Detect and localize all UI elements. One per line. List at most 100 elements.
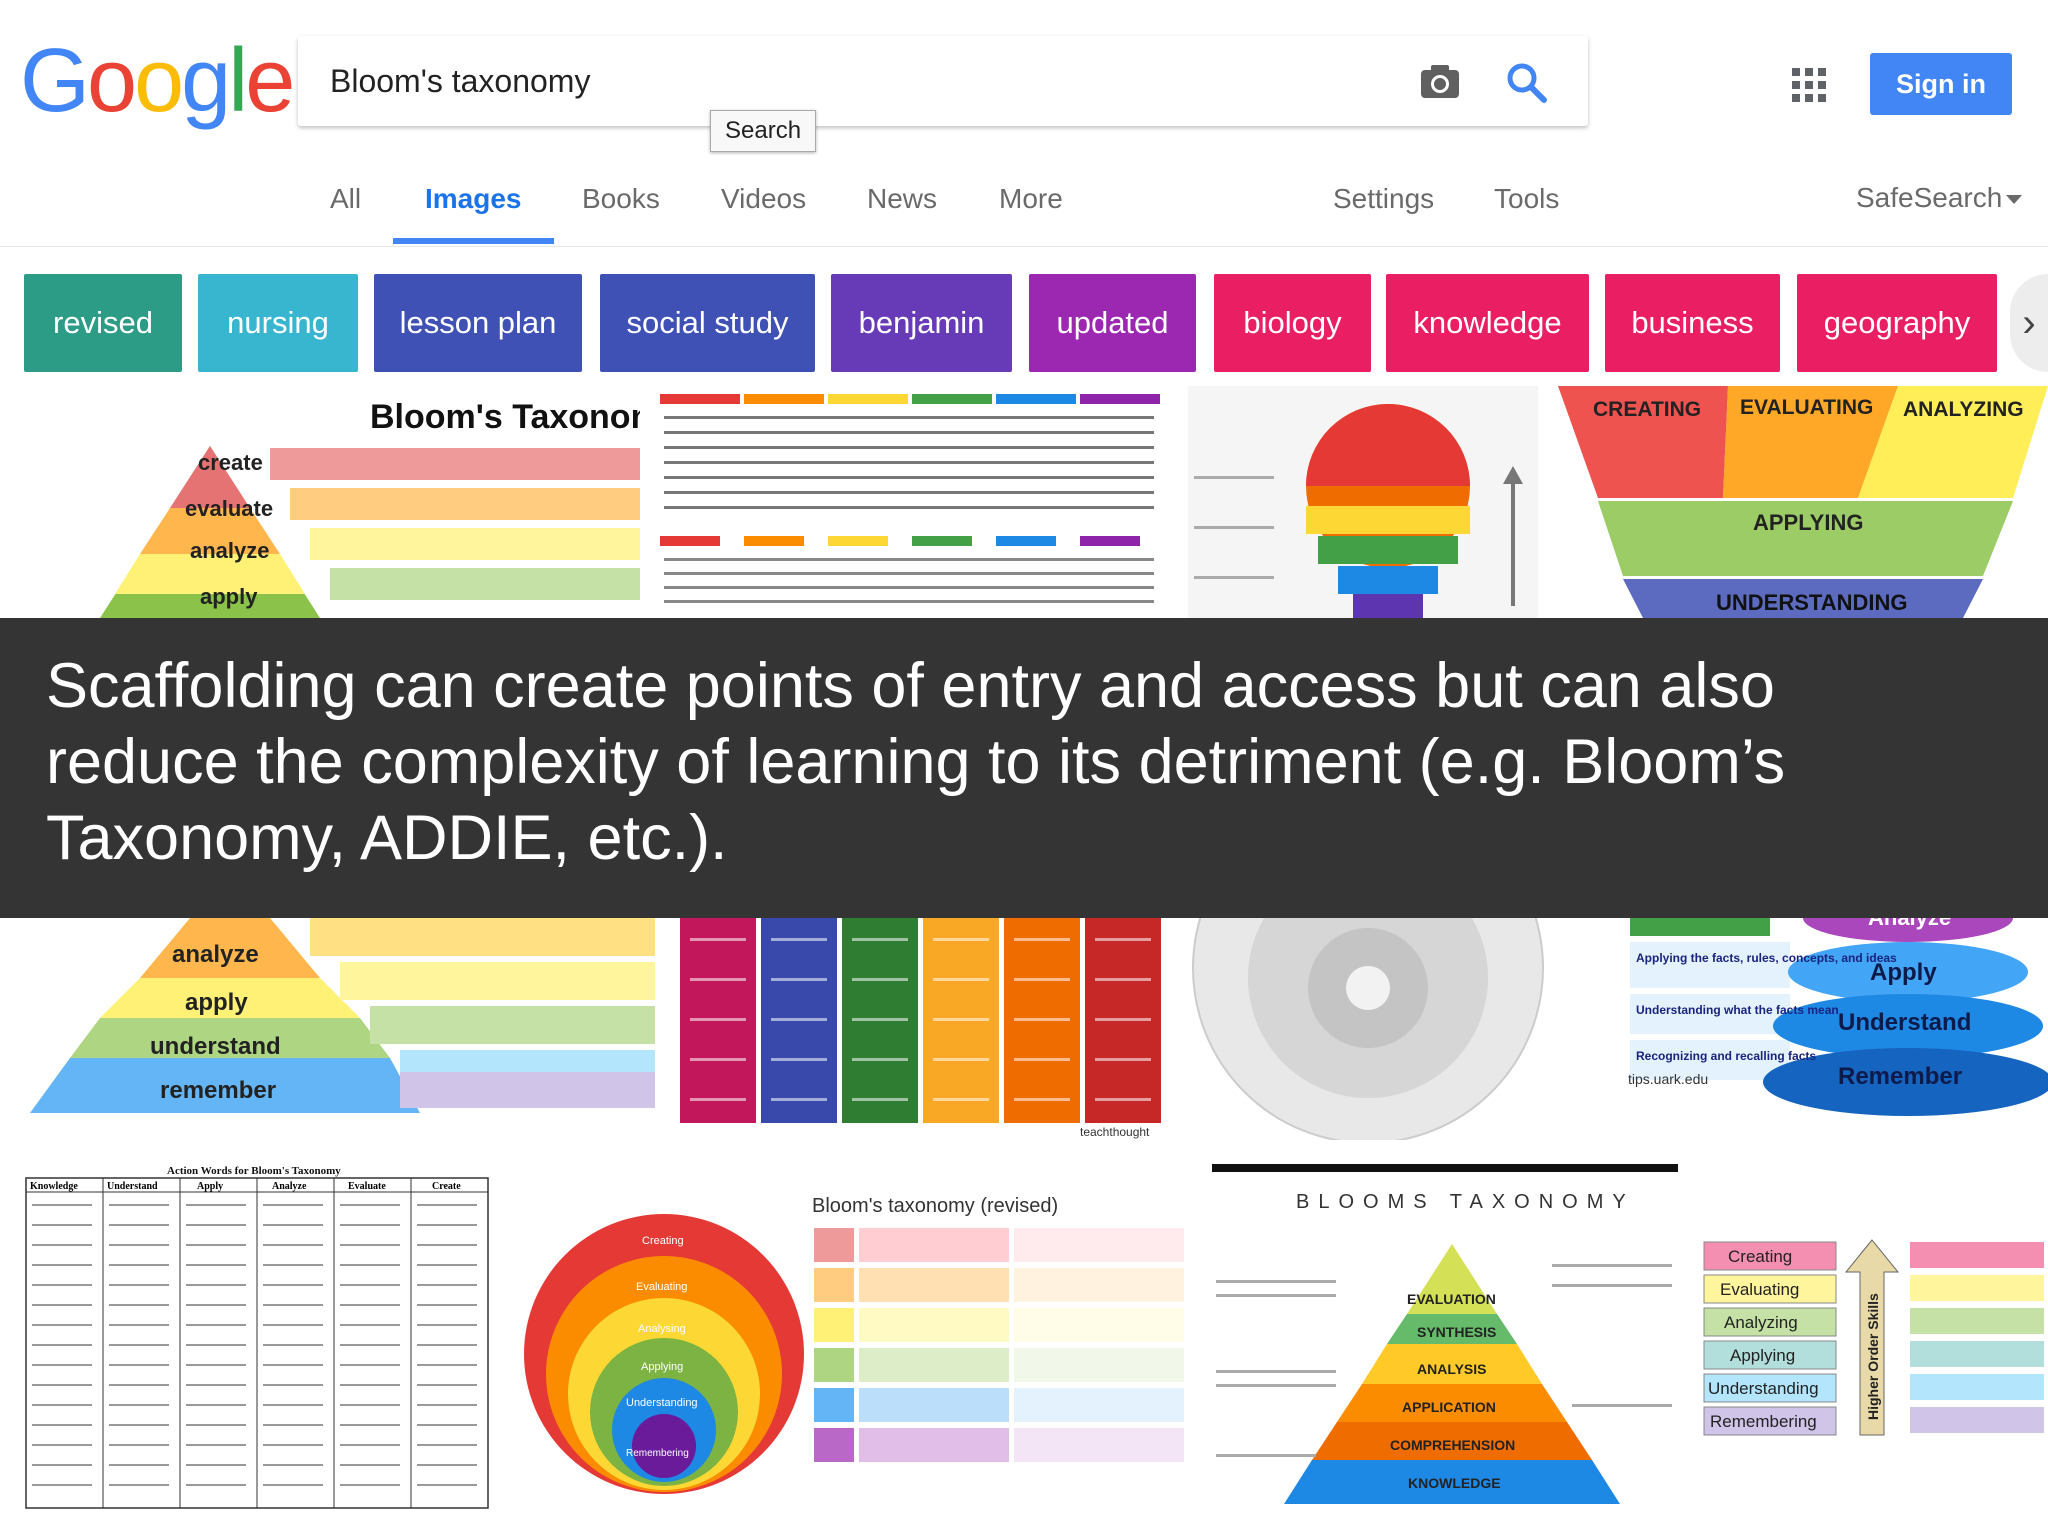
- ring-label: Analysing: [638, 1323, 686, 1335]
- chip-biology[interactable]: biology: [1214, 274, 1371, 372]
- tab-news[interactable]: News: [867, 182, 937, 244]
- image-result[interactable]: teachthought: [680, 918, 1167, 1140]
- sign-in-button[interactable]: Sign in: [1870, 53, 2012, 115]
- image-result[interactable]: CREATING EVALUATING ANALYZING APPLYING U…: [1558, 386, 2048, 618]
- image-result[interactable]: [660, 386, 1165, 618]
- axis-label: Higher Order Skills: [1865, 1293, 1881, 1420]
- thumb-title: Bloom's taxonomy (revised): [812, 1195, 1058, 1217]
- search-tabs: All Images Books Videos News More Settin…: [0, 182, 2048, 247]
- logo-letter: o: [134, 31, 184, 131]
- ring-label: Remembering: [626, 1448, 689, 1459]
- level-label: Analyzing: [1724, 1313, 1798, 1332]
- tab-images[interactable]: Images: [393, 182, 553, 244]
- level-label: APPLYING: [1753, 510, 1863, 535]
- image-result[interactable]: Action Words for Bloom's Taxonomy Knowle…: [22, 1164, 492, 1510]
- logo-letter: g: [181, 31, 231, 131]
- chip-label: business: [1631, 305, 1754, 340]
- ring-label: Creating: [642, 1235, 684, 1247]
- level-label: create: [198, 450, 263, 475]
- table-header: Apply: [197, 1181, 223, 1192]
- concentric-circles-thumbnail: Bloom's taxonomy (revised) Creating Eval…: [524, 1195, 1184, 1494]
- table-header: Evaluate: [348, 1181, 386, 1192]
- apps-grid-icon[interactable]: [1792, 68, 1826, 102]
- lightbulb-thumbnail: [1194, 404, 1523, 618]
- verb-columns-thumbnail: teachthought: [680, 918, 1161, 1139]
- chip-nursing[interactable]: nursing: [198, 274, 358, 372]
- thumb-title: Bloom's Taxonomy: [370, 398, 640, 436]
- pyramid-thumbnail: BLOOMS TAXONOMY EVALUATION SYNTHESIS ANA…: [1212, 1164, 1678, 1504]
- chip-geography[interactable]: geography: [1797, 274, 1997, 372]
- image-result[interactable]: [1188, 918, 1588, 1140]
- image-result[interactable]: Bloom's taxonomy (revised) Creating Eval…: [514, 1164, 1188, 1510]
- level-label: evaluate: [185, 496, 273, 521]
- ring-label: Applying: [641, 1361, 683, 1373]
- chip-label: benjamin: [858, 305, 985, 340]
- level-label: understand: [150, 1033, 281, 1060]
- chip-label: updated: [1056, 305, 1169, 340]
- search-icon[interactable]: [1504, 60, 1548, 104]
- skills-list-thumbnail: Creating Evaluating Analyzing Applying U…: [1703, 1239, 2044, 1436]
- image-result[interactable]: Bloom's Taxonomy create evaluate analyze…: [20, 386, 640, 618]
- level-label: ANALYSIS: [1417, 1361, 1487, 1377]
- level-label: EVALUATING: [1740, 396, 1873, 419]
- search-box: [298, 36, 1588, 126]
- chip-knowledge[interactable]: knowledge: [1386, 274, 1589, 372]
- image-result[interactable]: Creating Evaluating Analyzing Applying U…: [1700, 1230, 2048, 1460]
- image-result[interactable]: Applying the facts, rules, concepts, and…: [1608, 918, 2048, 1140]
- tab-videos[interactable]: Videos: [721, 182, 806, 244]
- source-label: tips.uark.edu: [1628, 1071, 1708, 1087]
- image-result[interactable]: [1188, 386, 1538, 618]
- level-label: KNOWLEDGE: [1408, 1475, 1501, 1491]
- inverted-pyramid-thumbnail: CREATING EVALUATING ANALYZING APPLYING U…: [1558, 386, 2048, 618]
- level-label: Applying: [1730, 1346, 1795, 1365]
- level-label: Apply: [1870, 959, 1937, 986]
- level-label: CREATING: [1593, 398, 1701, 421]
- chip-social-study[interactable]: social study: [600, 274, 815, 372]
- action-words-table-thumbnail: Action Words for Bloom's Taxonomy Knowle…: [25, 1165, 489, 1509]
- tab-all[interactable]: All: [330, 182, 361, 244]
- chip-label: nursing: [227, 305, 329, 340]
- caption-overlay: Scaffolding can create points of entry a…: [0, 618, 2048, 918]
- tab-books[interactable]: Books: [582, 182, 660, 244]
- level-label: remember: [160, 1077, 276, 1104]
- chip-updated[interactable]: updated: [1029, 274, 1196, 372]
- chip-label: lesson plan: [399, 305, 557, 340]
- image-result[interactable]: analyze apply understand remember: [20, 918, 660, 1118]
- level-label: Remember: [1838, 1063, 1962, 1090]
- table-header: Knowledge: [30, 1181, 78, 1192]
- level-label: analyze: [172, 941, 259, 968]
- wheel-thumbnail: [1192, 918, 1544, 1140]
- level-note: Applying the facts, rules, concepts, and…: [1636, 951, 1897, 965]
- logo-letter: G: [20, 31, 90, 131]
- level-label: Remembering: [1710, 1412, 1817, 1431]
- chips-next-arrow-icon[interactable]: ›: [2010, 274, 2048, 372]
- chip-label: knowledge: [1413, 305, 1562, 340]
- chip-revised[interactable]: revised: [24, 274, 182, 372]
- level-label: UNDERSTANDING: [1716, 590, 1907, 615]
- chip-label: geography: [1823, 305, 1971, 340]
- level-label: Analyze: [1868, 918, 1951, 930]
- tab-more[interactable]: More: [999, 182, 1063, 244]
- level-label: apply: [200, 584, 258, 609]
- camera-icon[interactable]: [1418, 60, 1462, 104]
- chip-label: revised: [53, 305, 153, 340]
- safesearch-menu[interactable]: SafeSearch: [1856, 182, 2023, 214]
- level-label: Understanding: [1708, 1379, 1819, 1398]
- search-input[interactable]: [330, 54, 1330, 108]
- tab-settings[interactable]: Settings: [1333, 182, 1434, 244]
- pyramid-thumbnail: analyze apply understand remember: [30, 918, 655, 1113]
- tab-tools[interactable]: Tools: [1494, 182, 1559, 244]
- thumb-title: Action Words for Bloom's Taxonomy: [167, 1165, 341, 1177]
- image-result[interactable]: BLOOMS TAXONOMY EVALUATION SYNTHESIS ANA…: [1212, 1164, 1678, 1510]
- google-logo[interactable]: Google: [20, 36, 295, 126]
- logo-letter: e: [245, 31, 295, 131]
- level-label: Understand: [1838, 1009, 1971, 1036]
- chip-lesson-plan[interactable]: lesson plan: [374, 274, 582, 372]
- chip-business[interactable]: business: [1605, 274, 1780, 372]
- search-tooltip: Search: [710, 110, 817, 152]
- logo-letter: l: [228, 31, 248, 131]
- level-label: SYNTHESIS: [1417, 1324, 1496, 1340]
- level-note: Recognizing and recalling facts: [1636, 1049, 1816, 1063]
- table-header: Create: [432, 1181, 461, 1192]
- chip-benjamin[interactable]: benjamin: [831, 274, 1012, 372]
